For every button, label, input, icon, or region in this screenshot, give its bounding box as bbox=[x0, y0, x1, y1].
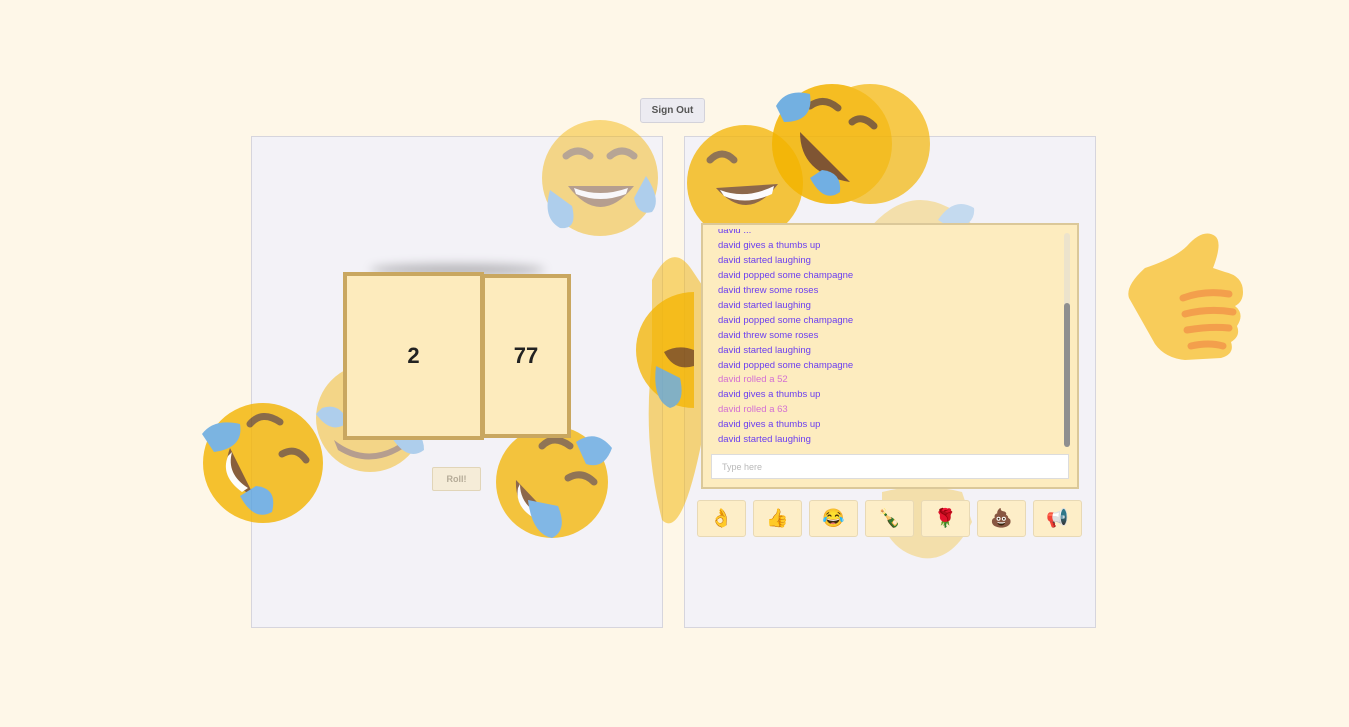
sign-out-button[interactable]: Sign Out bbox=[640, 98, 705, 123]
chat-message: david gives a thumbs up bbox=[718, 240, 821, 251]
laughing-icon: 😂 bbox=[822, 508, 845, 528]
ok-hand-reaction-button[interactable]: 👌 bbox=[697, 500, 746, 537]
chat-message-partial: david ... bbox=[718, 229, 752, 236]
dice-box: 2 77 bbox=[343, 272, 571, 440]
chat-message: david gives a thumbs up bbox=[718, 419, 821, 431]
reaction-bar: 👌 👍 😂 🍾 🌹 💩 📢 bbox=[697, 500, 1082, 537]
die-two: 77 bbox=[481, 274, 571, 438]
chat-message: david threw some roses bbox=[718, 329, 819, 341]
rose-icon: 🌹 bbox=[934, 508, 957, 528]
thumbs-up-reaction-button[interactable]: 👍 bbox=[753, 500, 802, 537]
chat-message: david gives a thumbs up bbox=[718, 389, 821, 401]
megaphone-reaction-button[interactable]: 📢 bbox=[1033, 500, 1082, 537]
chat-message: david popped some champagne bbox=[718, 269, 854, 281]
chat-scrollbar-thumb[interactable] bbox=[1064, 303, 1070, 447]
chat-message: david started laughing bbox=[718, 434, 811, 446]
chat-message: david started laughing bbox=[718, 254, 811, 266]
ok-hand-icon: 👌 bbox=[710, 508, 733, 528]
chat-message: david popped some champagne bbox=[718, 359, 854, 371]
champagne-reaction-button[interactable]: 🍾 bbox=[865, 500, 914, 537]
chat-message: david popped some champagne bbox=[718, 314, 854, 326]
chat-log[interactable]: david ... david gives a thumbs up david s… bbox=[718, 229, 1058, 451]
die-one-value: 2 bbox=[407, 343, 420, 368]
laughing-reaction-button[interactable]: 😂 bbox=[809, 500, 858, 537]
thumbs-up-icon: 👍 bbox=[766, 508, 789, 528]
rose-reaction-button[interactable]: 🌹 bbox=[921, 500, 970, 537]
chat-message: david rolled a 63 bbox=[718, 404, 788, 416]
chat-message: david started laughing bbox=[718, 344, 811, 356]
floating-thumbs-up-icon bbox=[1128, 233, 1243, 360]
poop-reaction-button[interactable]: 💩 bbox=[977, 500, 1026, 537]
chat-input[interactable] bbox=[711, 454, 1069, 479]
champagne-icon: 🍾 bbox=[878, 508, 901, 528]
roll-button[interactable]: Roll! bbox=[432, 467, 481, 491]
chat-box: david ... david gives a thumbs up david s… bbox=[701, 223, 1079, 489]
chat-message: david rolled a 52 bbox=[718, 374, 788, 386]
chat-message: david started laughing bbox=[718, 299, 811, 311]
app-page: Sign Out 2 77 Roll! david ... david give… bbox=[0, 0, 1349, 727]
megaphone-icon: 📢 bbox=[1046, 508, 1069, 528]
die-one: 2 bbox=[343, 272, 484, 440]
die-two-value: 77 bbox=[513, 343, 539, 368]
poop-icon: 💩 bbox=[990, 508, 1013, 528]
chat-message: david threw some roses bbox=[718, 284, 819, 296]
